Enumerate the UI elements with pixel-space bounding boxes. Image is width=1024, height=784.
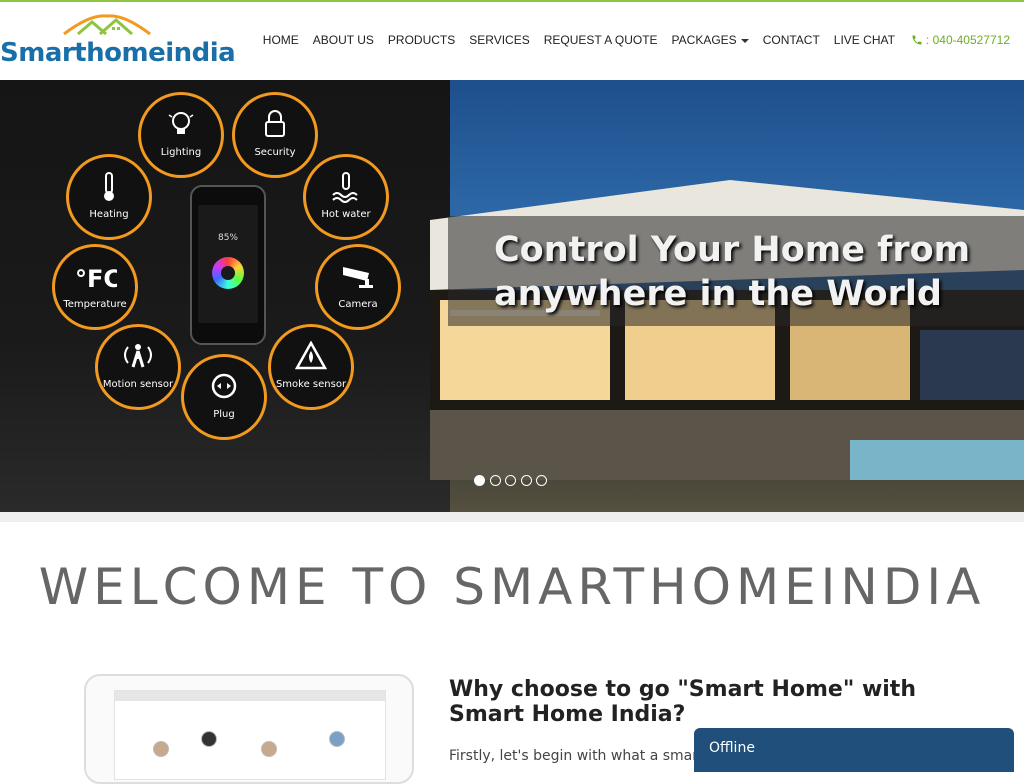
slider-pagination <box>474 475 552 486</box>
hot-water-icon <box>332 172 358 203</box>
feature-temperature: °FC Temperature <box>52 244 138 330</box>
feature-label: Lighting <box>160 147 202 158</box>
feature-lighting: Lighting <box>138 92 224 178</box>
color-wheel-icon <box>212 257 244 289</box>
nav-packages-label: PACKAGES <box>671 33 737 47</box>
nav-request-quote[interactable]: REQUEST A QUOTE <box>544 33 658 47</box>
welcome-heading: WELCOME TO SMARTHOMEINDIA <box>38 558 986 616</box>
feature-label: Camera <box>338 299 378 310</box>
feature-label: Heating <box>89 209 129 220</box>
motion-sensor-icon <box>124 344 152 368</box>
hero-slider: Control Your Home from anywhere in the W… <box>0 80 1024 512</box>
phone-number-text: : 040-40527712 <box>925 33 1010 47</box>
feature-camera: Camera <box>315 244 401 330</box>
feature-label: Temperature <box>63 299 127 310</box>
feature-heating: Heating <box>66 154 152 240</box>
slider-dot[interactable] <box>536 475 547 486</box>
avatar <box>329 731 345 747</box>
section-divider <box>0 512 1024 522</box>
phone-number[interactable]: : 040-40527712 <box>911 33 1010 47</box>
feature-label: Security <box>254 147 296 158</box>
thermometer-icon <box>104 172 114 201</box>
live-chat-widget[interactable]: Offline <box>694 728 1014 772</box>
feature-security: Security <box>232 92 318 178</box>
smartphone-image: 85% <box>190 185 266 345</box>
tablet-status-bar <box>115 691 385 701</box>
nav-packages[interactable]: PACKAGES <box>672 33 749 47</box>
site-header: Smarthomeindia HOME ABOUT US PRODUCTS SE… <box>0 0 1024 80</box>
nav-services[interactable]: SERVICES <box>469 33 529 47</box>
plug-icon <box>211 373 237 399</box>
slider-dot[interactable] <box>505 475 516 486</box>
phone-brightness-value: 85% <box>217 233 238 243</box>
nav-products[interactable]: PRODUCTS <box>388 33 455 47</box>
feature-label: Smoke sensor <box>275 379 347 390</box>
camera-icon <box>343 267 373 288</box>
tablet-screen <box>114 690 386 780</box>
lock-icon <box>265 110 285 137</box>
slider-dot[interactable] <box>520 475 532 486</box>
why-choose-heading: Why choose to go "Smart Home" with Smart… <box>449 677 916 727</box>
avatar <box>201 731 217 747</box>
feature-smoke-sensor: Smoke sensor <box>268 324 354 410</box>
avatar <box>153 741 169 757</box>
bulb-icon <box>168 112 194 134</box>
feature-hot-water: Hot water <box>303 154 389 240</box>
avatar <box>261 741 277 757</box>
phone-icon <box>912 35 922 45</box>
chat-status: Offline <box>709 740 755 756</box>
feature-plug: Plug <box>181 354 267 440</box>
phone-screen: 85% <box>198 205 258 323</box>
site-logo[interactable]: Smarthomeindia <box>0 12 236 72</box>
hero-caption: Control Your Home from anywhere in the W… <box>494 230 971 314</box>
feature-label: Motion sensor <box>102 379 174 390</box>
nav-live-chat[interactable]: LIVE CHAT <box>834 33 895 47</box>
feature-motion-sensor: Motion sensor <box>95 324 181 410</box>
slider-dot[interactable] <box>489 475 501 486</box>
slider-dot[interactable] <box>474 475 485 486</box>
nav-about-us[interactable]: ABOUT US <box>313 33 374 47</box>
main-nav: HOME ABOUT US PRODUCTS SERVICES REQUEST … <box>249 33 1010 47</box>
chevron-down-icon <box>740 38 749 43</box>
why-choose-body: Firstly, let's begin with what a smart <box>449 748 704 764</box>
nav-contact[interactable]: CONTACT <box>763 33 820 47</box>
house-roof-icon <box>63 14 151 36</box>
smoke-sensor-icon <box>295 341 327 370</box>
svg-text:°FC: °FC <box>75 265 117 291</box>
feature-label: Hot water <box>321 209 371 220</box>
temperature-icon: °FC <box>75 265 117 291</box>
nav-home[interactable]: HOME <box>263 33 299 47</box>
feature-label: Plug <box>213 409 235 420</box>
logo-text: Smarthomeindia <box>0 38 236 68</box>
